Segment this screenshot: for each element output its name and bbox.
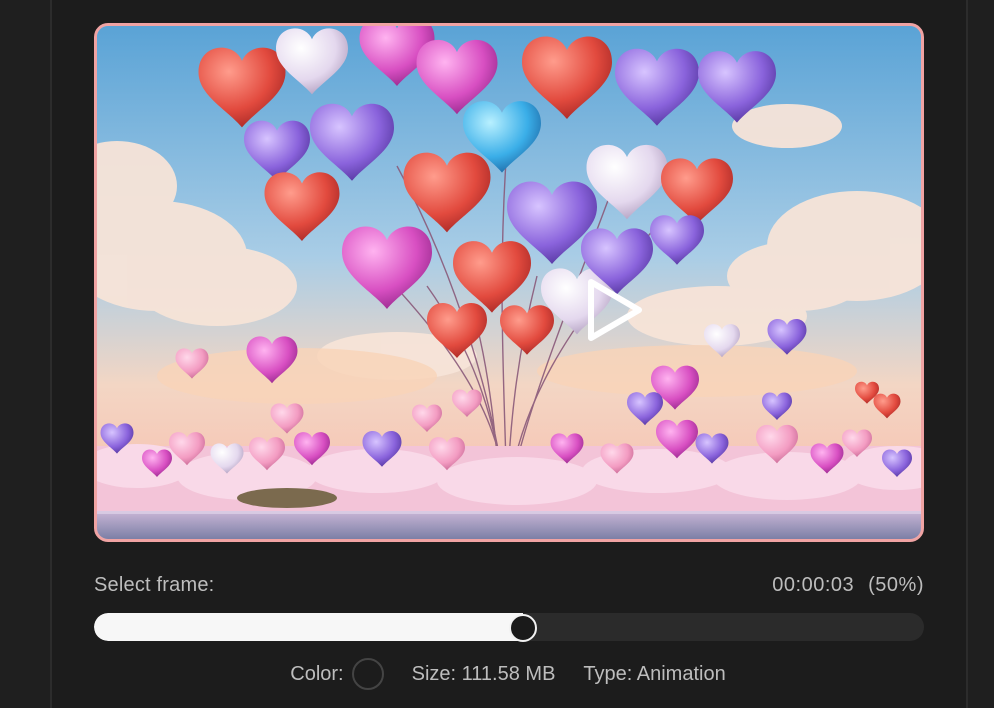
right-panel [966,0,994,708]
video-preview[interactable] [94,23,924,542]
color-label: Color: [290,662,344,685]
preview-image [97,26,921,539]
select-frame-label: Select frame: [94,574,215,596]
color-item: Color: [290,658,384,690]
frame-readout: 00:00:03 (50%) [772,574,924,597]
metadata-row: Color: Size: 111.58 MB Type: Animation [0,658,994,690]
frame-slider-thumb[interactable] [509,614,537,642]
left-panel [0,0,52,708]
color-swatch[interactable] [351,658,384,690]
timecode: 00:00:03 [772,574,855,596]
frame-slider-fill [94,613,523,641]
play-icon[interactable] [585,278,645,342]
app-window: Select frame: 00:00:03 (50%) Color: Size:… [0,0,994,708]
type-item: Type: Animation [583,663,725,686]
size-item: Size: 111.58 MB [412,663,556,686]
frame-percent: (50%) [868,574,924,596]
type-text: Type: Animation [583,662,726,685]
size-text: Size: 111.58 MB [411,662,556,685]
